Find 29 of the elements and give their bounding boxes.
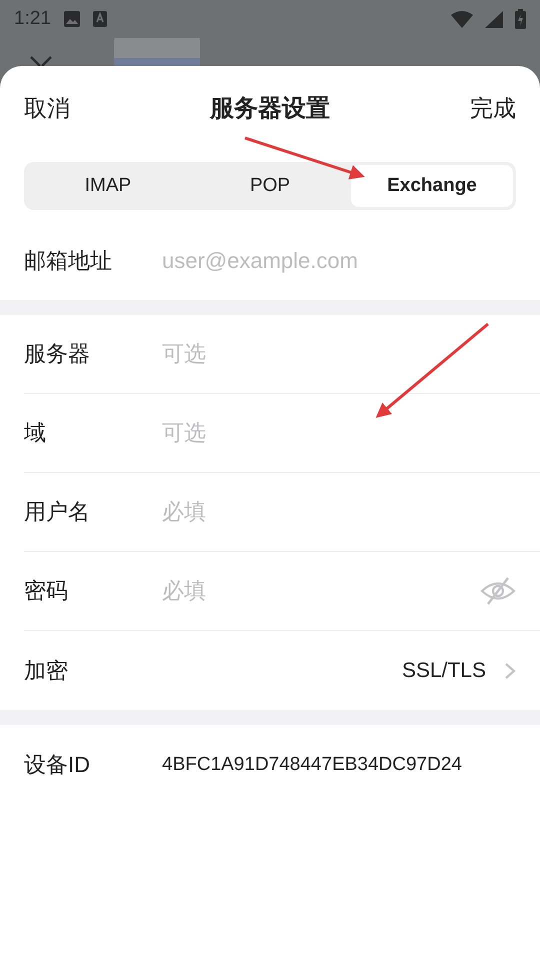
protocol-tab[interactable]: Exchange	[351, 165, 513, 207]
cancel-button[interactable]: 取消	[24, 92, 70, 124]
encryption-value[interactable]: SSL/TLS	[162, 658, 486, 682]
field-label: 设备ID	[24, 750, 91, 778]
protocol-tab[interactable]: POP	[189, 165, 351, 207]
field-label: 域	[24, 419, 47, 447]
done-button[interactable]: 完成	[470, 92, 516, 124]
email-input[interactable]: user@example.com	[162, 248, 516, 274]
text-input[interactable]: 可选	[162, 420, 516, 446]
protocol-tab[interactable]: IMAP	[27, 165, 189, 207]
hide-password-icon[interactable]	[480, 576, 516, 606]
image-icon	[62, 10, 81, 28]
text-input[interactable]: 必填	[162, 499, 516, 525]
password-input[interactable]: 必填	[162, 578, 480, 604]
field-label: 服务器	[24, 340, 91, 368]
field-label: 邮箱地址	[24, 246, 113, 274]
wifi-icon	[451, 10, 473, 28]
battery-icon	[515, 9, 526, 29]
close-icon	[30, 56, 52, 66]
device-id-value: 4BFC1A91D748447EB34DC97D24	[162, 754, 462, 776]
status-time: 1:21	[14, 8, 51, 30]
chevron-right-icon[interactable]	[504, 662, 516, 680]
text-icon	[92, 11, 107, 27]
signal-icon	[485, 10, 503, 28]
text-input[interactable]: 可选	[162, 341, 516, 367]
field-label: 加密	[24, 656, 69, 684]
sheet-title: 服务器设置	[210, 94, 330, 124]
field-label: 密码	[24, 577, 69, 605]
field-label: 用户名	[24, 498, 91, 526]
